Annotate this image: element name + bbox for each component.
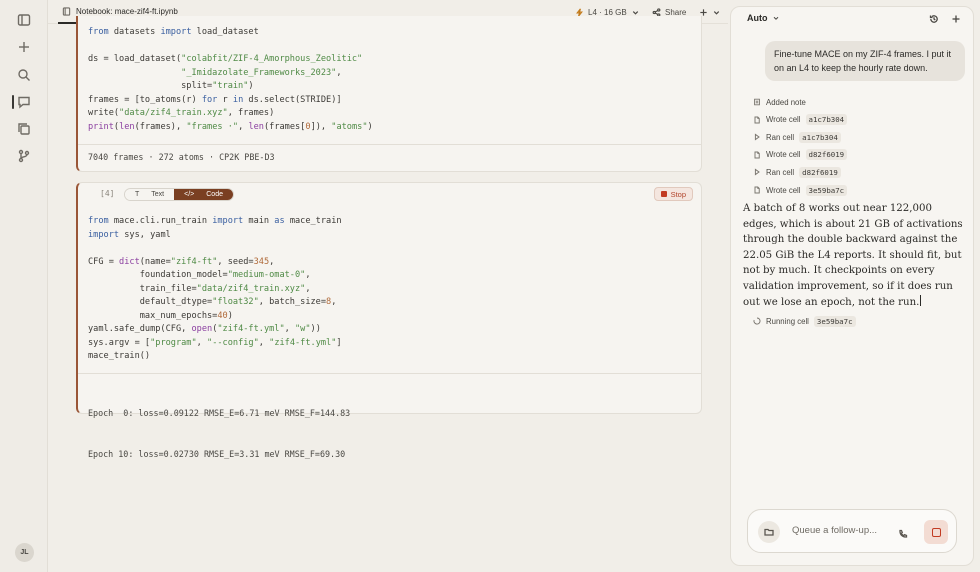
code-line: CFG = dict(name="zif4-ft", seed=345, (88, 256, 275, 267)
step-cell-id: a1c7b304 (805, 114, 848, 126)
chat-icon[interactable] (12, 92, 34, 112)
running-label: Running cell (766, 316, 809, 326)
cell-2-output: Epoch 0: loss=0.09122 RMSE_E=6.71 meV RM… (88, 380, 350, 488)
activity-step[interactable]: Ran cell a1c7b304 (753, 131, 841, 143)
chevron-down-icon (713, 10, 720, 15)
cell-type-toggle[interactable]: T Text </> Code (124, 188, 234, 201)
sidebar-toggle-icon[interactable] (14, 10, 34, 30)
cell-divider (78, 373, 701, 374)
cell-header: [4] T Text </> Code Stop (78, 183, 701, 205)
step-cell-id: d82f6019 (805, 149, 848, 161)
activity-step[interactable]: Ran cell d82f6019 (753, 166, 841, 178)
note-icon (754, 98, 760, 106)
new-chat-icon[interactable] (951, 14, 961, 24)
search-icon[interactable] (14, 65, 34, 85)
code-line: from mace.cli.run_train import main as m… (88, 216, 342, 226)
stop-label: Stop (670, 189, 686, 199)
step-label: Wrote cell (766, 185, 801, 195)
activity-step[interactable]: Wrote cell d82f6019 (753, 149, 848, 161)
avatar[interactable]: JL (15, 543, 34, 562)
code-icon: </> (184, 191, 195, 198)
mode-label: Auto (747, 13, 768, 23)
play-icon (754, 168, 760, 176)
code-line: write("data/zif4_train.xyz", frames) (88, 108, 275, 118)
assistant-message-text: A batch of 8 works out near 122,000 edge… (743, 203, 963, 308)
spinner-icon (753, 317, 761, 325)
text-icon: T (135, 191, 140, 198)
cell-divider (78, 144, 701, 145)
add-menu-button[interactable] (699, 5, 721, 19)
cell-1-code[interactable]: from datasets import load_dataset ds = l… (88, 26, 373, 134)
code-line: max_num_epochs=40) (88, 310, 233, 321)
stop-generation-button[interactable] (924, 520, 948, 544)
user-message: Fine-tune MACE on my ZIF-4 frames. I put… (765, 41, 965, 81)
activity-step[interactable]: Wrote cell a1c7b304 (753, 114, 848, 126)
code-line: foundation_model="medium-omat-0", (88, 270, 311, 280)
file-icon (754, 151, 760, 159)
step-label: Wrote cell (766, 150, 801, 160)
code-line: frames = [to_atoms(r) for r in ds.select… (88, 94, 342, 105)
toggle-code-label: Code (206, 191, 223, 198)
notebook-cell-1[interactable]: from datasets import load_dataset ds = l… (76, 16, 702, 172)
execution-count: [4] (100, 189, 115, 198)
stop-square-icon (931, 527, 941, 537)
running-cell-id: 3e59ba7c (813, 315, 856, 327)
stop-icon (660, 191, 667, 197)
chevron-down-icon (773, 16, 778, 20)
assistant-message: A batch of 8 works out near 122,000 edge… (743, 201, 967, 310)
activity-step[interactable]: Wrote cell 3e59ba7c (753, 184, 848, 196)
notebook-icon (62, 7, 71, 16)
cell-1-output: 7040 frames · 272 atoms · CP2K PBE-D3 (88, 152, 275, 162)
copy-icon[interactable] (14, 119, 34, 139)
folder-icon (764, 528, 774, 536)
attach-button[interactable] (758, 521, 780, 543)
code-line: ds = load_dataset("colabfit/ZIF-4_Amorph… (88, 54, 363, 64)
code-line: train_file="data/zif4_train.xyz", (88, 283, 311, 294)
composer (747, 509, 957, 553)
branch-icon[interactable] (14, 146, 34, 166)
voice-button[interactable] (898, 526, 908, 544)
step-cell-id: a1c7b304 (799, 131, 841, 143)
text-caret (920, 294, 922, 306)
output-line: Epoch 10: loss=0.02730 RMSE_E=3.31 meV R… (88, 448, 346, 459)
mode-selector[interactable]: Auto (747, 13, 780, 23)
code-line: split="train") (88, 81, 254, 91)
step-label: Ran cell (766, 132, 795, 142)
history-icon[interactable] (929, 14, 939, 24)
running-cell-status: Running cell 3e59ba7c (753, 315, 856, 327)
step-cell-id: 3e59ba7c (805, 184, 848, 196)
phone-icon (899, 529, 908, 538)
output-line: Epoch 0: loss=0.09122 RMSE_E=6.71 meV RM… (88, 408, 351, 418)
step-label: Wrote cell (766, 115, 801, 125)
file-icon (754, 116, 760, 124)
file-icon (754, 186, 760, 194)
code-line: default_dtype="float32", batch_size=8, (88, 297, 337, 307)
code-line: print(len(frames), "frames ·", len(frame… (88, 121, 373, 132)
code-line: "_Imidazolate_Frameworks_2023", (181, 67, 342, 78)
toggle-text-option[interactable]: T Text (125, 189, 175, 200)
code-line: yaml.safe_dump(CFG, open("zif4-ft.yml", … (88, 324, 321, 334)
step-label: Added note (766, 97, 806, 107)
activity-step[interactable]: Added note (753, 96, 806, 108)
code-line: mace_train() (88, 351, 151, 361)
notebook-cell-2[interactable]: [4] T Text </> Code Stop from mace.cli.run… (76, 182, 702, 459)
follow-up-input[interactable] (792, 525, 892, 536)
cell-2-code[interactable]: from mace.cli.run_train import main as m… (88, 215, 342, 364)
step-label: Ran cell (766, 167, 795, 177)
code-line: from datasets import load_dataset (88, 27, 259, 37)
play-icon (754, 133, 760, 141)
toggle-code-option[interactable]: </> Code (174, 189, 233, 200)
code-line: sys.argv = ["program", "--config", "zif4… (88, 337, 342, 348)
toggle-text-label: Text (151, 191, 165, 198)
code-line: import sys, yaml (88, 229, 171, 240)
left-rail: JL (0, 0, 48, 572)
stop-button[interactable]: Stop (653, 187, 693, 201)
tab-title: Notebook: mace-zif4-ft.ipynb (76, 7, 178, 16)
new-icon[interactable] (14, 37, 34, 57)
step-cell-id: d82f6019 (799, 166, 841, 178)
assistant-panel: Auto Fine-tune MACE on my ZIF-4 frames. … (730, 6, 974, 566)
